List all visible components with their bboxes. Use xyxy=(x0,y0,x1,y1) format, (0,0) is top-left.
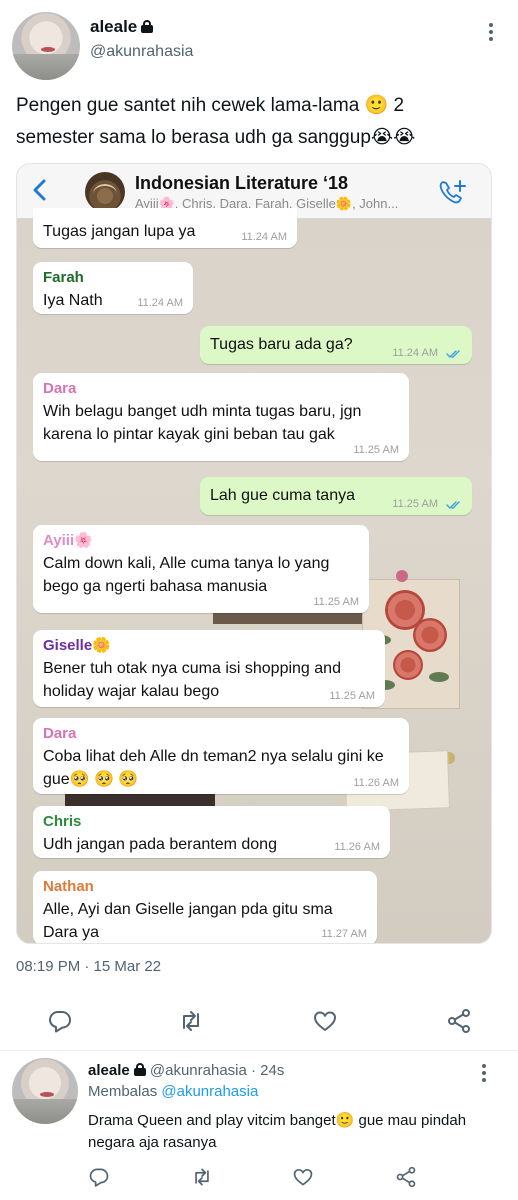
avatar-lips xyxy=(39,1092,54,1098)
message-bubble[interactable]: Giselle🌼 Bener tuh otak nya cuma isi sho… xyxy=(33,630,385,707)
reply-text: Drama Queen and play vitcim banget🙂 gue … xyxy=(88,1112,467,1151)
message-time: 11.25 AM xyxy=(329,690,375,702)
message-time: 11.24 AM xyxy=(137,297,183,309)
message-bubble[interactable]: Ayiii🌸 Calm down kali, Alle cuma tanya l… xyxy=(33,525,369,613)
author-handle[interactable]: @akunrahasia xyxy=(90,43,193,61)
heart-icon[interactable] xyxy=(292,1166,314,1188)
avatar-scarf xyxy=(12,1098,78,1124)
message-sender[interactable]: Dara xyxy=(43,379,399,398)
message-time: 11.24 AM xyxy=(241,231,287,243)
message-text: Bener tuh otak nya cuma isi shopping and… xyxy=(43,660,341,700)
avatar-lips xyxy=(40,47,55,53)
message-bubble-outgoing[interactable]: Tugas baru ada ga? 11.24 AM xyxy=(200,326,472,364)
add-call-icon[interactable] xyxy=(437,178,467,206)
author-name[interactable]: aleale xyxy=(90,17,137,36)
retweet-icon[interactable] xyxy=(178,1008,204,1034)
group-title[interactable]: Indonesian Literature ‘18 xyxy=(135,173,348,194)
share-icon[interactable] xyxy=(446,1008,472,1034)
speech-bubble-icon[interactable] xyxy=(47,1008,73,1034)
replying-to-handle[interactable]: @akunrahasia xyxy=(161,1083,258,1100)
tweet-action-bar xyxy=(0,1000,518,1044)
author-avatar[interactable] xyxy=(12,12,80,80)
message-sender[interactable]: Farah xyxy=(43,268,183,287)
wall-pin xyxy=(396,570,408,582)
more-vertical-icon[interactable] xyxy=(482,1064,486,1085)
message-sender[interactable]: Giselle🌼 xyxy=(43,636,375,655)
reply-author-name[interactable]: aleale xyxy=(88,1062,130,1079)
replying-to: Membalas @akunrahasia xyxy=(88,1083,258,1100)
message-text: Udh jangan pada berantem dong xyxy=(43,836,277,853)
message-time: 11.26 AM xyxy=(334,841,380,853)
message-bubble[interactable]: Tugas jangan lupa ya 11.24 AM xyxy=(33,208,297,248)
message-time: 11.27 AM xyxy=(321,928,367,940)
speech-bubble-icon[interactable] xyxy=(88,1166,110,1188)
message-time: 11.25 AM xyxy=(353,444,399,456)
message-bubble[interactable]: Farah Iya Nath 11.24 AM xyxy=(33,262,193,314)
lock-icon xyxy=(141,20,154,33)
reply-age: · 24s xyxy=(251,1062,285,1079)
message-bubble[interactable]: Dara Coba lihat deh Alle dn teman2 nya s… xyxy=(33,718,409,794)
reply-author-handle[interactable]: @akunrahasia xyxy=(150,1062,247,1079)
retweet-icon[interactable] xyxy=(191,1166,213,1188)
message-text: Calm down kali, Alle cuma tanya lo yang … xyxy=(43,555,330,595)
tweet-media-image[interactable]: Indonesian Literature ‘18 Ayiii🌸, Chris,… xyxy=(16,163,492,944)
share-icon[interactable] xyxy=(395,1166,417,1188)
lock-icon xyxy=(133,1063,146,1076)
divider xyxy=(0,1050,518,1051)
message-sender[interactable]: Ayiii🌸 xyxy=(43,531,359,550)
read-receipt-icon xyxy=(446,350,460,358)
tweet-text: Pengen gue santet nih cewek lama-lama 🙂 … xyxy=(16,95,416,148)
message-bubble[interactable]: Dara Wih belagu banget udh minta tugas b… xyxy=(33,373,409,461)
message-time: 11.25 AM xyxy=(313,596,359,608)
tweet-timestamp[interactable]: 08:19 PM · 15 Mar 22 xyxy=(16,958,161,975)
reply-author-avatar[interactable] xyxy=(12,1058,78,1124)
heart-icon[interactable] xyxy=(312,1008,338,1034)
avatar-scarf xyxy=(12,54,80,80)
reply-header[interactable]: aleale @akunrahasia · 24s xyxy=(88,1062,284,1079)
message-sender[interactable]: Chris xyxy=(43,812,380,831)
author-name-row[interactable]: aleale xyxy=(90,17,154,37)
replying-to-label: Membalas xyxy=(88,1083,158,1100)
message-bubble[interactable]: Nathan Alle, Ayi dan Giselle jangan pda … xyxy=(33,871,377,943)
message-bubble[interactable]: Chris Udh jangan pada berantem dong 11.2… xyxy=(33,806,390,858)
message-text: Coba lihat deh Alle dn teman2 nya selalu… xyxy=(43,748,384,788)
group-avatar[interactable] xyxy=(85,172,125,212)
message-time: 11.24 AM xyxy=(392,347,438,359)
read-receipt-icon xyxy=(446,501,460,509)
message-sender[interactable]: Dara xyxy=(43,724,399,743)
message-time: 11.26 AM xyxy=(353,777,399,789)
more-vertical-icon[interactable] xyxy=(489,23,493,44)
message-time: 11.25 AM xyxy=(392,498,438,510)
message-bubble-outgoing[interactable]: Lah gue cuma tanya 11.25 AM xyxy=(200,477,472,515)
message-text: Alle, Ayi dan Giselle jangan pda gitu sm… xyxy=(43,901,333,941)
back-chevron-icon[interactable] xyxy=(32,179,46,201)
message-sender[interactable]: Nathan xyxy=(43,877,367,896)
message-text: Wih belagu banget udh minta tugas baru, … xyxy=(43,403,362,443)
